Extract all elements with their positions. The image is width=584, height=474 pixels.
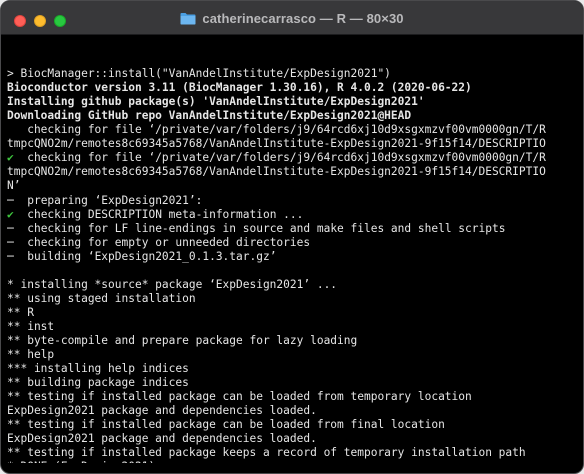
terminal-line: * DONE (ExpDesign2021) <box>7 460 579 463</box>
terminal-line: ** building package indices <box>7 376 579 390</box>
terminal-line: *** installing help indices <box>7 362 579 376</box>
terminal-line: > BiocManager::install("VanAndelInstitut… <box>7 67 579 81</box>
terminal-line: ─ preparing ‘ExpDesign2021’: <box>7 194 579 208</box>
terminal-line: ─ checking for empty or unneeded directo… <box>7 236 579 250</box>
terminal-line: ** testing if installed package can be l… <box>7 390 579 404</box>
terminal-line-text: ** inst <box>7 319 55 333</box>
terminal-line-text: checking for file ‘/private/var/folders/… <box>13 151 546 165</box>
terminal-line: ─ building ‘ExpDesign2021_0.1.3.tar.gz’ <box>7 250 579 264</box>
terminal-line: ** inst <box>7 320 579 334</box>
terminal-line-text: checking for LF line-endings in source a… <box>13 221 506 235</box>
terminal-line: ** using staged installation <box>7 292 579 306</box>
terminal-line: ** testing if installed package keeps a … <box>7 446 579 460</box>
terminal-line: ** R <box>7 306 579 320</box>
terminal-line: ** testing if installed package can be l… <box>7 418 579 432</box>
terminal-line-text: checking for file ‘/private/var/folders/… <box>7 123 546 137</box>
terminal-line-text: Bioconductor version 3.11 (BiocManager 1… <box>7 81 472 95</box>
terminal-line: ** byte-compile and prepare package for … <box>7 334 579 348</box>
terminal-line-text: N’ <box>7 179 21 193</box>
checkmark-icon: ✔ <box>7 207 14 221</box>
terminal-line-text: tmpcQNO2m/remotes8c69345a5768/VanAndelIn… <box>7 137 546 151</box>
title-bar[interactable]: catherinecarrasco — R — 80×30 <box>1 1 583 35</box>
dash-marker: ─ <box>7 221 14 235</box>
terminal-line-text: ** testing if installed package can be l… <box>7 390 472 404</box>
terminal-line-text: checking for empty or unneeded directori… <box>13 235 311 249</box>
terminal-line-text: ExpDesign2021 package and dependencies l… <box>7 432 317 446</box>
terminal-line-text: ** building package indices <box>7 376 189 390</box>
terminal-line: ✔ checking DESCRIPTION meta-information … <box>7 208 579 222</box>
terminal-line: ✔ checking for file ‘/private/var/folder… <box>7 151 579 165</box>
terminal-line-text: ** R <box>7 305 34 319</box>
terminal-line: * installing *source* package ‘ExpDesign… <box>7 278 579 292</box>
terminal-line-text: > BiocManager::install("VanAndelInstitut… <box>7 67 391 81</box>
terminal-line: Downloading GitHub repo VanAndelInstitut… <box>7 109 579 123</box>
terminal-line-text: *** installing help indices <box>7 362 189 376</box>
terminal-line-text: tmpcQNO2m/remotes8c69345a5768/VanAndelIn… <box>7 165 546 179</box>
terminal-line: tmpcQNO2m/remotes8c69345a5768/VanAndelIn… <box>7 165 579 179</box>
terminal-line-text: ExpDesign2021 package and dependencies l… <box>7 404 317 418</box>
dash-marker: ─ <box>7 193 14 207</box>
terminal-line: ExpDesign2021 package and dependencies l… <box>7 432 579 446</box>
terminal-line-text: preparing ‘ExpDesign2021’: <box>13 193 203 207</box>
dash-marker: ─ <box>7 235 14 249</box>
terminal-line: checking for file ‘/private/var/folders/… <box>7 123 579 137</box>
terminal-line-text: building ‘ExpDesign2021_0.1.3.tar.gz’ <box>13 249 277 263</box>
terminal-line: Installing github package(s) 'VanAndelIn… <box>7 95 579 109</box>
window-title: catherinecarrasco — R — 80×30 <box>202 10 404 26</box>
terminal-line-text: * DONE (ExpDesign2021) <box>7 460 155 463</box>
terminal-line-text: * installing *source* package ‘ExpDesign… <box>7 277 338 291</box>
dash-marker: ─ <box>7 249 14 263</box>
terminal-line-text: ** using staged installation <box>7 291 196 305</box>
folder-icon <box>180 12 196 24</box>
checkmark-icon: ✔ <box>7 151 14 165</box>
terminal-line-text: Installing github package(s) 'VanAndelIn… <box>7 95 425 109</box>
terminal-line-text: Downloading GitHub repo VanAndelInstitut… <box>7 109 412 123</box>
terminal-line: ─ checking for LF line-endings in source… <box>7 222 579 236</box>
terminal-line: ** help <box>7 348 579 362</box>
terminal-output[interactable]: > BiocManager::install("VanAndelInstitut… <box>7 39 579 463</box>
terminal-window: catherinecarrasco — R — 80×30 > BiocMana… <box>0 0 584 474</box>
terminal-line: Bioconductor version 3.11 (BiocManager 1… <box>7 81 579 95</box>
terminal-line-text: checking DESCRIPTION meta-information ..… <box>13 207 304 221</box>
terminal-line: tmpcQNO2m/remotes8c69345a5768/VanAndelIn… <box>7 137 579 151</box>
window-title-group: catherinecarrasco — R — 80×30 <box>1 1 583 35</box>
terminal-line-text: ** byte-compile and prepare package for … <box>7 333 358 347</box>
terminal-line-text: ** help <box>7 348 55 362</box>
terminal-line-text: ** testing if installed package keeps a … <box>7 446 526 460</box>
terminal-line-text: ** testing if installed package can be l… <box>7 418 445 432</box>
terminal-line: N’ <box>7 179 579 193</box>
terminal-line: ExpDesign2021 package and dependencies l… <box>7 404 579 418</box>
